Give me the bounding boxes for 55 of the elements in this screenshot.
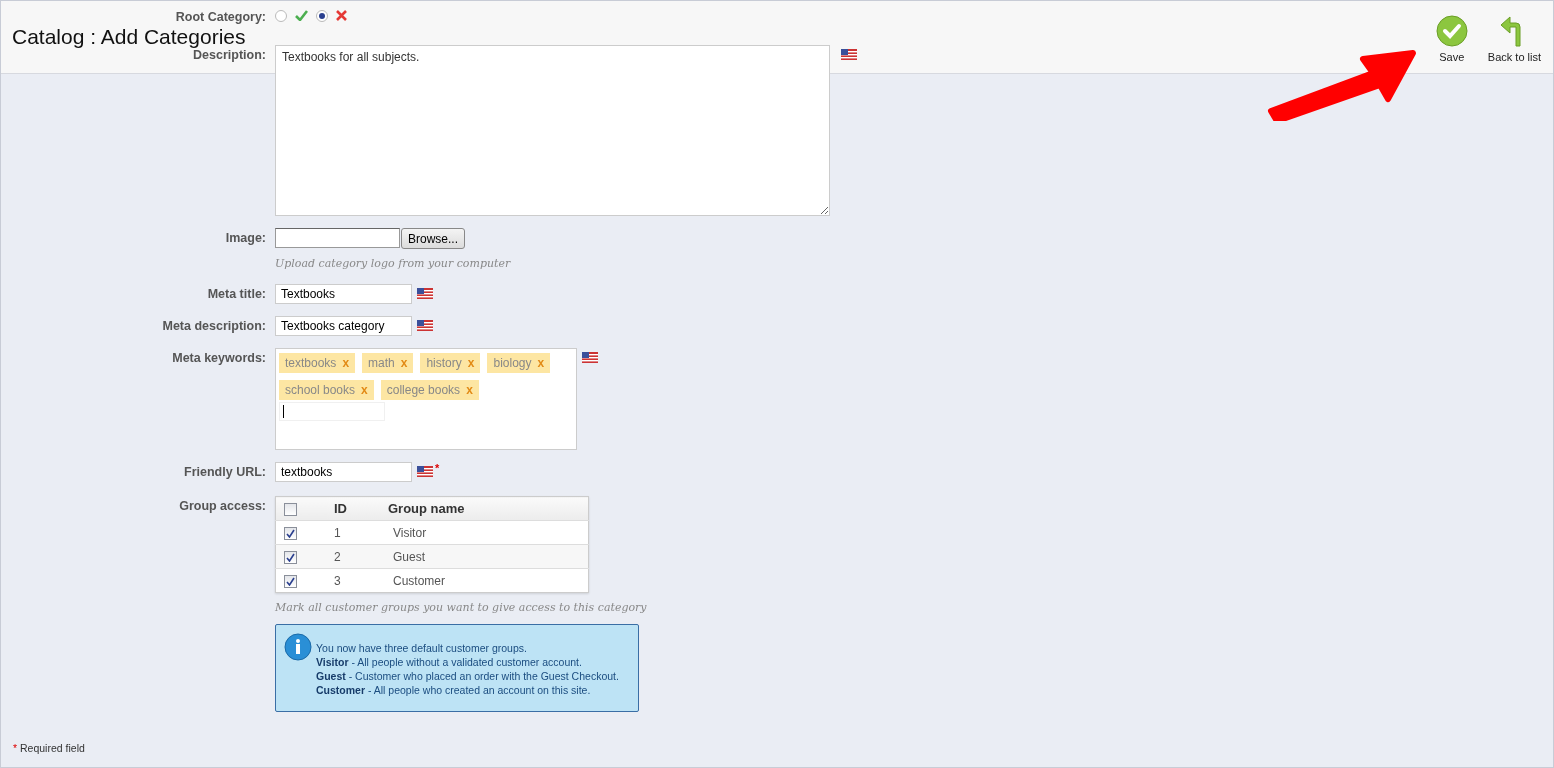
back-button[interactable]: Back to list: [1487, 15, 1541, 63]
checkbox[interactable]: [284, 574, 297, 588]
text-field[interactable]: Textbooks category: [275, 316, 412, 336]
field-hint: Upload category logo from your computer: [275, 257, 511, 270]
info-text: Visitor - All people without a validated customer account.: [316, 655, 583, 669]
field-label: Meta description:: [162, 318, 266, 333]
tag-input-field[interactable]: [279, 402, 385, 421]
keyword-tag: school books x: [279, 380, 374, 400]
field-label: Description:: [193, 48, 266, 62]
flag-icon: [417, 288, 433, 299]
keyword-tag: math x: [362, 353, 414, 373]
table-cell: Customer: [380, 568, 589, 593]
keyword-tag: college books x: [380, 380, 479, 400]
text-field[interactable]: textbooks: [275, 462, 412, 482]
field-label: Meta keywords:: [172, 350, 266, 365]
checkmark-circle-icon: [1435, 15, 1468, 47]
flag-icon: [582, 352, 598, 363]
column-header: ID: [326, 496, 380, 521]
table-cell: Guest: [380, 544, 589, 569]
table-cell: 3: [326, 568, 380, 593]
column-header: Group name: [380, 496, 589, 521]
field-label: Meta title:: [207, 286, 266, 301]
keyword-tag: biology x: [487, 353, 551, 373]
keyword-tag: textbooks x: [279, 353, 356, 373]
flag-icon: [417, 320, 433, 331]
checkbox[interactable]: [284, 503, 297, 517]
radio-button[interactable]: [275, 10, 287, 22]
table-cell: Visitor: [380, 520, 589, 545]
check-icon: [295, 10, 308, 21]
table-cell: 2: [326, 544, 380, 569]
field-hint: Mark all customer groups you want to give access to this category: [275, 601, 647, 614]
save-button[interactable]: Save: [1435, 15, 1468, 63]
browse-button[interactable]: Browse...: [401, 228, 465, 249]
field-label: Group access:: [179, 498, 266, 513]
description-field[interactable]: Textbooks for all subjects.: [275, 45, 830, 216]
table-cell: 1: [326, 520, 380, 545]
info-text: Customer - All people who created an account on this site.: [316, 683, 592, 697]
page-title: Catalog : Add Categories: [12, 27, 246, 47]
field-label: Friendly URL:: [184, 464, 266, 479]
flag-icon: [417, 466, 433, 477]
text-field[interactable]: Textbooks: [275, 284, 412, 304]
flag-icon: [841, 49, 857, 60]
info-icon: [284, 633, 312, 661]
field-label: Image:: [225, 230, 266, 245]
checkbox[interactable]: [284, 550, 297, 564]
required-mark: *: [435, 462, 440, 474]
field-label: Root Category:: [175, 9, 266, 24]
cross-icon: [336, 10, 347, 21]
info-text: You now have three default customer groups.: [316, 641, 528, 655]
file-field[interactable]: [275, 228, 400, 248]
checkbox[interactable]: [284, 526, 297, 540]
radio-button[interactable]: [316, 10, 328, 22]
keyword-tag: history x: [420, 353, 481, 373]
required-field-note: * Required field: [13, 742, 86, 754]
info-text: Guest - Customer who placed an order with the Guest Checkout.: [316, 669, 619, 683]
